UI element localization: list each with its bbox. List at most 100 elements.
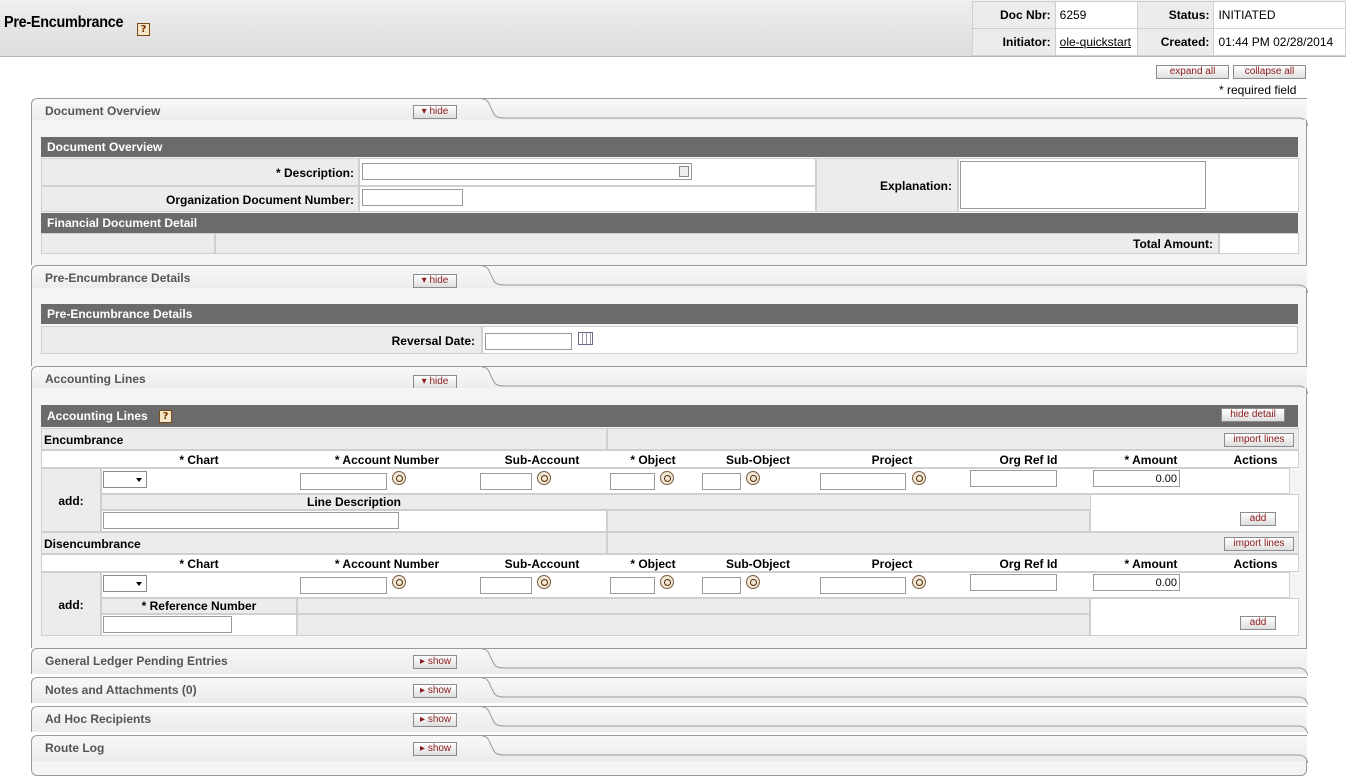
project-input[interactable]: [820, 577, 906, 594]
tab-title: Accounting Lines: [45, 372, 146, 386]
show-toggle-button[interactable]: ▸ show: [413, 713, 457, 727]
tab-general-ledger-pending-entries[interactable]: General Ledger Pending Entries ▸ show: [31, 648, 1308, 676]
disencumbrance-tools-cell: [607, 532, 1299, 554]
col-project: Project: [871, 557, 913, 571]
reversal-date-input[interactable]: [485, 333, 572, 350]
toggle-label: hide: [429, 275, 449, 286]
calendar-icon[interactable]: [578, 332, 593, 345]
col-actions: Actions: [1233, 557, 1278, 571]
account-number-input[interactable]: [300, 577, 387, 594]
lookup-search-icon[interactable]: [537, 471, 551, 485]
total-amount-label: Total Amount:: [1133, 237, 1213, 251]
col-actions: Actions: [1233, 453, 1278, 467]
tab-title: Notes and Attachments (0): [45, 683, 197, 697]
sub-account-input[interactable]: [480, 473, 532, 490]
lookup-search-icon[interactable]: [746, 575, 760, 589]
account-number-input[interactable]: [300, 473, 387, 490]
fin-detail-empty-cell: [41, 233, 215, 254]
col-sub-account: Sub-Account: [504, 453, 580, 467]
disencumbrance-title: Disencumbrance: [44, 537, 141, 551]
show-toggle-button[interactable]: ▸ show: [413, 655, 457, 669]
encumbrance-filler-cell: [607, 510, 1090, 532]
sub-object-input[interactable]: [702, 577, 741, 594]
sub-account-input[interactable]: [480, 577, 532, 594]
lookup-search-icon[interactable]: [660, 575, 674, 589]
created-label: Created:: [1136, 28, 1215, 56]
object-input[interactable]: [610, 577, 655, 594]
total-amount-value: [1219, 233, 1299, 254]
initiator-link[interactable]: ole-quickstart: [1060, 35, 1131, 49]
lookup-search-icon[interactable]: [912, 471, 926, 485]
col-sub-object: Sub-Object: [725, 557, 790, 571]
reversal-date-cell: [482, 326, 1298, 354]
chart-select[interactable]: [103, 575, 147, 592]
tab-notes-and-attachments[interactable]: Notes and Attachments (0) ▸ show: [31, 677, 1308, 705]
add-encumbrance-line-button[interactable]: add: [1240, 512, 1276, 526]
section-header: Document Overview: [41, 137, 1298, 157]
collapse-all-button[interactable]: collapse all: [1233, 65, 1306, 79]
lookup-search-icon[interactable]: [537, 575, 551, 589]
col-sub-account: Sub-Account: [504, 557, 580, 571]
amount-input[interactable]: [1093, 470, 1180, 487]
status-value: INITIATED: [1213, 1, 1346, 29]
show-toggle-button[interactable]: ▸ show: [413, 684, 457, 698]
hide-toggle-button[interactable]: ▾ hide: [413, 105, 457, 119]
explanation-label: Explanation:: [879, 179, 952, 193]
amount-input[interactable]: [1093, 574, 1180, 591]
explanation-textarea[interactable]: [960, 161, 1206, 209]
tab-title: Ad Hoc Recipients: [45, 712, 152, 726]
add-disencumbrance-line-button[interactable]: add: [1240, 616, 1276, 630]
tab-ad-hoc-recipients[interactable]: Ad Hoc Recipients ▸ show: [31, 706, 1308, 734]
import-lines-button[interactable]: import lines: [1224, 433, 1294, 447]
col-account-number: * Account Number: [334, 557, 440, 571]
object-input[interactable]: [610, 473, 655, 490]
org-doc-number-input[interactable]: [362, 189, 463, 206]
question-icon[interactable]: ?: [137, 23, 150, 36]
accounting-lines-frame: Accounting Lines ? hide detail Encumbran…: [31, 388, 1307, 648]
expand-all-button[interactable]: expand all: [1156, 65, 1229, 79]
hide-detail-button[interactable]: hide detail: [1221, 408, 1285, 422]
question-icon[interactable]: ?: [159, 410, 173, 424]
tab-edge-decoration: [482, 706, 1308, 734]
tab-edge-decoration: [482, 648, 1308, 676]
col-account-number: * Account Number: [334, 453, 440, 467]
lookup-search-icon[interactable]: [746, 471, 760, 485]
org-ref-id-input[interactable]: [970, 470, 1057, 487]
lookup-search-icon[interactable]: [392, 575, 406, 589]
description-label: * Description:: [275, 166, 354, 180]
line-description-label: Line Description: [306, 495, 401, 509]
created-value: 01:44 PM 02/28/2014: [1213, 28, 1346, 56]
col-sub-object: Sub-Object: [725, 453, 790, 467]
description-input[interactable]: [362, 163, 692, 180]
doc-nbr-value: 6259: [1054, 1, 1138, 29]
pre-encumbrance-details-frame: Pre-Encumbrance Details Reversal Date:: [31, 288, 1307, 366]
hide-toggle-button[interactable]: ▾ hide: [413, 375, 457, 389]
col-amount: * Amount: [1124, 453, 1178, 467]
tab-title: Pre-Encumbrance Details: [45, 271, 191, 285]
section-header: Pre-Encumbrance Details: [41, 304, 1298, 324]
lookup-search-icon[interactable]: [660, 471, 674, 485]
sub-object-input[interactable]: [702, 473, 741, 490]
lookup-search-icon[interactable]: [392, 471, 406, 485]
toggle-label: hide: [429, 106, 449, 117]
chart-select[interactable]: [103, 471, 147, 488]
tabs-bottom-frame: [31, 761, 1307, 776]
col-amount: * Amount: [1124, 557, 1178, 571]
tab-title: General Ledger Pending Entries: [45, 654, 228, 668]
tab-title: Route Log: [45, 741, 105, 755]
hide-toggle-button[interactable]: ▾ hide: [413, 274, 457, 288]
add-label: add:: [58, 598, 84, 612]
tab-title: Document Overview: [45, 104, 161, 118]
org-ref-id-input[interactable]: [970, 574, 1057, 591]
line-description-input[interactable]: [103, 512, 399, 529]
lookup-search-icon[interactable]: [912, 575, 926, 589]
reference-number-input[interactable]: [103, 616, 232, 633]
col-org-ref-id: Org Ref Id: [999, 557, 1058, 571]
document-overview-frame: Document Overview * Description: Organiz…: [31, 120, 1307, 265]
expand-textarea-icon[interactable]: [679, 166, 689, 177]
import-lines-button[interactable]: import lines: [1224, 537, 1294, 551]
tab-route-log[interactable]: Route Log ▸ show: [31, 735, 1308, 763]
show-toggle-button[interactable]: ▸ show: [413, 742, 457, 756]
toggle-label: hide: [429, 376, 449, 387]
project-input[interactable]: [820, 473, 906, 490]
